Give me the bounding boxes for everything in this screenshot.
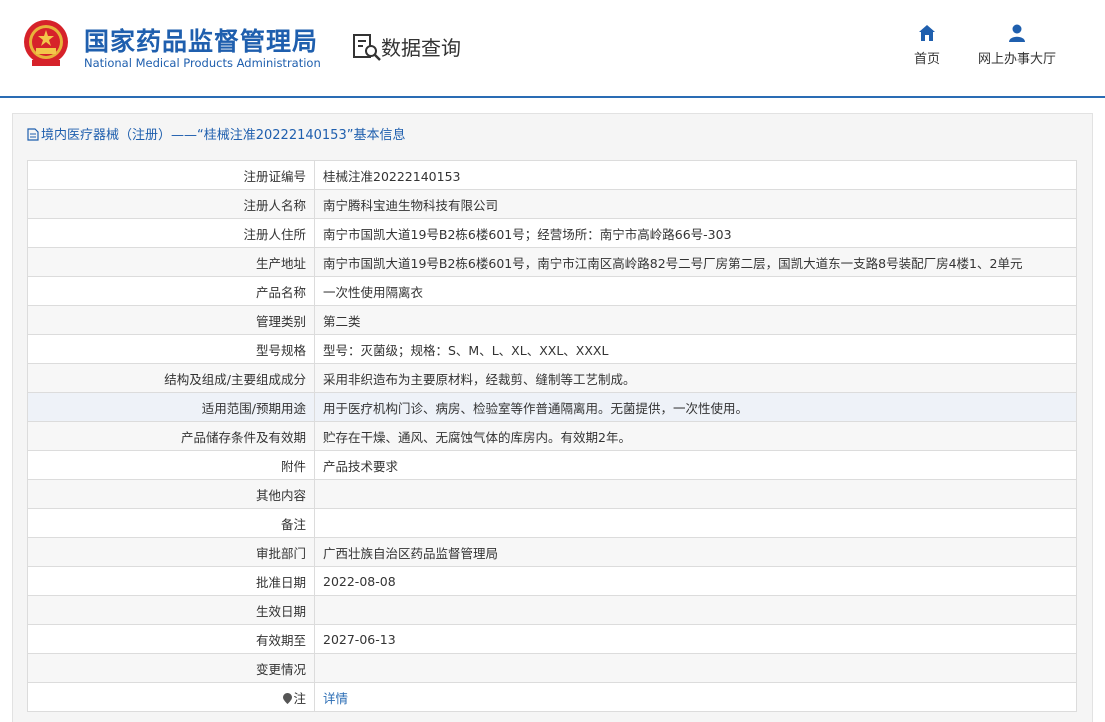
table-row: 有效期至 2027-06-13	[27, 624, 1077, 654]
table-row: 其他内容	[27, 479, 1077, 509]
detail-panel: 境内医疗器械（注册）——“桂械注准20222140153”基本信息 注册证编号桂…	[12, 113, 1093, 722]
row-label: 型号规格	[27, 334, 315, 364]
row-value: 南宁腾科宝迪生物科技有限公司	[314, 189, 1077, 219]
note-label: 注	[293, 690, 306, 706]
row-value: 用于医疗机构门诊、病房、检验室等作普通隔离用。无菌提供，一次性使用。	[314, 392, 1077, 422]
row-label: 附件	[27, 450, 315, 480]
info-table: 注册证编号 桂械注准20222140153 注册人名称 南宁腾科宝迪生物科技有限公司…	[27, 160, 1077, 712]
document-icon	[27, 128, 39, 141]
panel-title-text: 境内医疗器械（注册）——“桂械注准20222140153”基本信息	[41, 128, 406, 143]
row-value: 一次性使用隔离衣	[314, 276, 1077, 306]
nav-online-hall[interactable]: 网上办事大厅	[970, 24, 1064, 67]
table-row: 注册人住所 南宁市国凯大道19号B2栋6楼601号；经营场所：南宁市高岭路66号-…	[27, 218, 1077, 248]
table-row: 产品名称 一次性使用隔离衣	[27, 276, 1077, 306]
table-row: 适用范围/预期用途 用于医疗机构门诊、病房、检验室等作普通隔离用。无菌提供，一次性…	[27, 392, 1077, 422]
section-title: 数据查询	[381, 36, 461, 60]
table-row: 管理类别 第二类	[27, 305, 1077, 335]
row-value	[314, 508, 1077, 538]
row-value: 南宁市国凯大道19号B2栋6楼601号，南宁市江南区高岭路82号二号厂房第二层，…	[314, 247, 1077, 277]
site-header: 国家药品监督管理局 National Medical Products Admi…	[0, 0, 1105, 96]
row-label: 注册人名称	[27, 189, 315, 219]
row-value: 南宁市国凯大道19号B2栋6楼601号；经营场所：南宁市高岭路66号-303	[314, 218, 1077, 248]
row-value: 广西壮族自治区药品监督管理局	[314, 537, 1077, 567]
table-row: 批准日期 2022-08-08	[27, 566, 1077, 596]
row-value: 贮存在干燥、通风、无腐蚀气体的库房内。有效期2年。	[314, 421, 1077, 451]
row-value: 第二类	[314, 305, 1077, 335]
note-value-cell: 详情	[314, 682, 1077, 712]
row-value: 型号：灭菌级；规格：S、M、L、XL、XXL、XXXL	[314, 334, 1077, 364]
row-label: 备注	[27, 508, 315, 538]
info-icon	[283, 692, 293, 704]
row-value: 产品技术要求	[314, 450, 1077, 480]
nav-online-hall-label: 网上办事大厅	[977, 52, 1056, 67]
row-value	[314, 595, 1077, 625]
row-label: 注册人住所	[27, 218, 315, 248]
org-name-cn: 国家药品监督管理局	[84, 27, 319, 56]
search-document-icon	[353, 34, 381, 61]
row-label: 适用范围/预期用途	[27, 392, 315, 422]
row-value: 2027-06-13	[314, 624, 1077, 654]
nav-home-label: 首页	[913, 52, 940, 67]
row-label: 注册证编号	[27, 160, 315, 190]
row-label: 管理类别	[27, 305, 315, 335]
panel-title: 境内医疗器械（注册）——“桂械注准20222140153”基本信息	[27, 124, 405, 143]
row-value: 采用非织造布为主要原材料，经裁剪、缝制等工艺制成。	[314, 363, 1077, 393]
table-row: 变更情况	[27, 653, 1077, 683]
table-row: 注 详情	[27, 682, 1077, 712]
nav-home[interactable]: 首页	[906, 24, 948, 67]
table-row: 注册人名称 南宁腾科宝迪生物科技有限公司	[27, 189, 1077, 219]
row-value: 桂械注准20222140153	[314, 160, 1077, 190]
row-label: 产品储存条件及有效期	[27, 421, 315, 451]
org-name-en: National Medical Products Administration	[84, 56, 321, 70]
row-value	[314, 479, 1077, 509]
row-label: 生产地址	[27, 247, 315, 277]
table-row: 注册证编号 桂械注准20222140153	[27, 160, 1077, 190]
table-row: 生效日期	[27, 595, 1077, 625]
row-value: 2022-08-08	[314, 566, 1077, 596]
row-label: 结构及组成/主要组成成分	[27, 363, 315, 393]
table-row: 结构及组成/主要组成成分 采用非织造布为主要原材料，经裁剪、缝制等工艺制成。	[27, 363, 1077, 393]
row-label: 其他内容	[27, 479, 315, 509]
table-row: 审批部门 广西壮族自治区药品监督管理局	[27, 537, 1077, 567]
row-value	[314, 653, 1077, 683]
note-label-cell: 注	[27, 682, 315, 712]
table-row: 产品储存条件及有效期 贮存在干燥、通风、无腐蚀气体的库房内。有效期2年。	[27, 421, 1077, 451]
row-label: 批准日期	[27, 566, 315, 596]
table-row: 生产地址 南宁市国凯大道19号B2栋6楼601号，南宁市江南区高岭路82号二号厂房…	[27, 247, 1077, 277]
user-icon	[1009, 24, 1025, 42]
header-divider	[0, 96, 1105, 98]
table-row: 备注	[27, 508, 1077, 538]
table-row: 附件 产品技术要求	[27, 450, 1077, 480]
row-label: 审批部门	[27, 537, 315, 567]
home-icon	[919, 25, 935, 41]
national-emblem-icon	[24, 20, 68, 66]
row-label: 变更情况	[27, 653, 315, 683]
table-row: 型号规格 型号：灭菌级；规格：S、M、L、XL、XXL、XXXL	[27, 334, 1077, 364]
row-label: 生效日期	[27, 595, 315, 625]
row-label: 有效期至	[27, 624, 315, 654]
row-label: 产品名称	[27, 276, 315, 306]
details-link[interactable]: 详情	[323, 691, 348, 706]
